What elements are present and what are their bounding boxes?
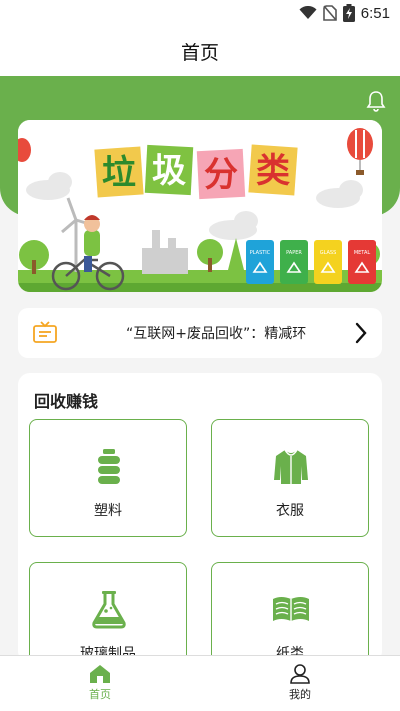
banner-illustration: 垃 圾 分 类 PLASTIC PAPER GLASS METAL bbox=[18, 120, 382, 292]
tab-profile[interactable]: 我的 bbox=[260, 664, 340, 702]
wifi-icon bbox=[299, 6, 317, 19]
banner-title-char: 垃 bbox=[102, 153, 136, 193]
category-label: 衣服 bbox=[276, 503, 304, 519]
bottom-tab-bar: 首页 我的 bbox=[0, 655, 400, 711]
notice-bar[interactable]: “互联网+废品回收”：精减环 bbox=[18, 308, 382, 358]
bin-label: GLASS bbox=[320, 250, 337, 256]
no-sim-icon bbox=[322, 5, 337, 21]
promo-banner[interactable]: 垃 圾 分 类 PLASTIC PAPER GLASS METAL bbox=[18, 120, 382, 292]
notice-board-icon bbox=[33, 321, 57, 343]
status-time: 6:51 bbox=[360, 4, 390, 22]
chevron-right-icon[interactable] bbox=[354, 321, 368, 345]
bell-icon[interactable] bbox=[366, 90, 386, 112]
category-paper[interactable]: 纸类 bbox=[211, 562, 369, 663]
app-header: 首页 bbox=[0, 28, 400, 76]
status-bar: 6:51 bbox=[0, 0, 400, 28]
notice-text[interactable]: “互联网+废品回收”：精减环 bbox=[126, 323, 326, 343]
user-icon bbox=[290, 664, 310, 684]
flask-icon bbox=[92, 591, 126, 629]
jacket-icon bbox=[274, 449, 308, 484]
tab-label: 我的 bbox=[289, 688, 311, 701]
category-plastic[interactable]: 塑料 bbox=[29, 419, 187, 537]
tab-label: 首页 bbox=[89, 688, 111, 701]
bin-label: METAL bbox=[354, 250, 371, 256]
banner-title-char: 分 bbox=[204, 155, 238, 195]
plastic-bottle-icon bbox=[98, 449, 120, 484]
category-clothes[interactable]: 衣服 bbox=[211, 419, 369, 537]
banner-title-char: 类 bbox=[256, 151, 290, 191]
battery-charging-icon bbox=[342, 4, 355, 22]
category-glass[interactable]: 玻璃制品 bbox=[29, 562, 187, 663]
page-title: 首页 bbox=[180, 42, 219, 64]
banner-title-char: 圾 bbox=[152, 151, 186, 191]
section-title: 回收赚钱 bbox=[34, 392, 99, 411]
home-icon bbox=[90, 665, 110, 683]
tab-home[interactable]: 首页 bbox=[60, 664, 140, 702]
category-label: 塑料 bbox=[94, 503, 122, 519]
bin-label: PLASTIC bbox=[250, 250, 271, 256]
recycle-section: 回收赚钱 塑料 衣服 玻璃制品 纸类 bbox=[18, 373, 382, 663]
bin-label: PAPER bbox=[286, 250, 302, 256]
paper-stack-icon bbox=[273, 597, 309, 621]
